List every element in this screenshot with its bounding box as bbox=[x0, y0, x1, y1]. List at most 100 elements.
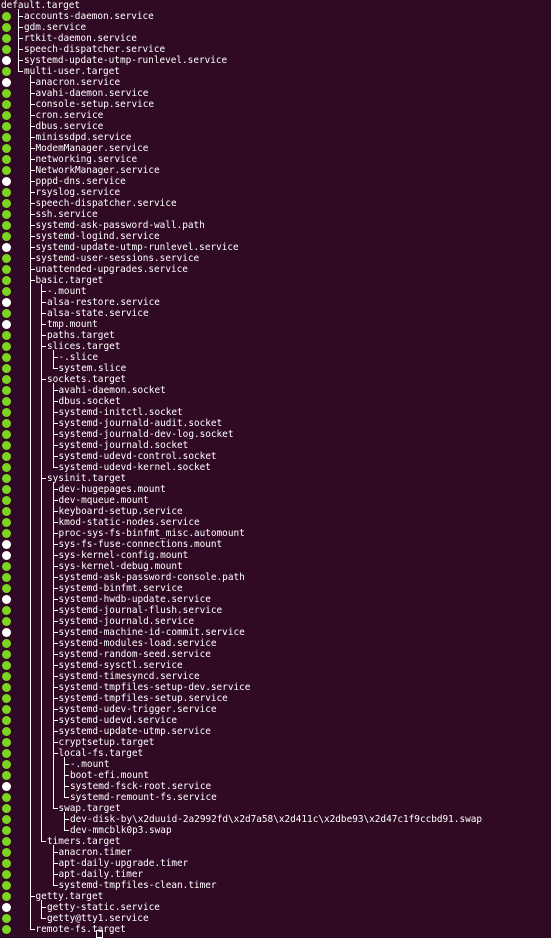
unit-name: ssh.service bbox=[35, 209, 98, 220]
tree-row: sys-fs-fuse-connections.mount bbox=[0, 539, 551, 550]
tree-row: apt-daily.timer bbox=[0, 869, 551, 880]
active-status-icon bbox=[2, 892, 11, 901]
active-status-icon bbox=[2, 133, 11, 142]
unit-name: systemd-fsck-root.service bbox=[70, 781, 212, 792]
unit-name: sys-kernel-config.mount bbox=[58, 550, 189, 561]
inactive-status-icon bbox=[2, 56, 11, 65]
active-status-icon bbox=[2, 507, 11, 516]
tree-row: systemd-journald-dev-log.socket bbox=[0, 429, 551, 440]
tree-row: sys-kernel-debug.mount bbox=[0, 561, 551, 572]
tree-row: systemd-machine-id-commit.service bbox=[0, 627, 551, 638]
tree-row: networking.service bbox=[0, 154, 551, 165]
tree-row: systemd-udevd-control.socket bbox=[0, 451, 551, 462]
active-status-icon bbox=[2, 760, 11, 769]
tree-row: anacron.service bbox=[0, 77, 551, 88]
active-status-icon bbox=[2, 496, 11, 505]
unit-name: remote-fs.target bbox=[35, 924, 126, 935]
unit-name: getty@tty1.service bbox=[47, 913, 149, 924]
tree-row: rsyslog.service bbox=[0, 187, 551, 198]
tree-row: getty@tty1.service bbox=[0, 913, 551, 924]
unit-name: systemd-random-seed.service bbox=[58, 649, 211, 660]
tree-row: minissdpd.service bbox=[0, 132, 551, 143]
inactive-status-icon bbox=[2, 540, 11, 549]
active-status-icon bbox=[2, 309, 11, 318]
tree-row: NetworkManager.service bbox=[0, 165, 551, 176]
unit-name: systemd-update-utmp-runlevel.service bbox=[24, 55, 228, 66]
unit-name: systemd-udev-trigger.service bbox=[58, 704, 217, 715]
active-status-icon bbox=[2, 804, 11, 813]
active-status-icon bbox=[2, 826, 11, 835]
active-status-icon bbox=[2, 914, 11, 923]
active-status-icon bbox=[2, 584, 11, 593]
active-status-icon bbox=[2, 562, 11, 571]
unit-name: systemd-journald-audit.socket bbox=[58, 418, 223, 429]
tree-row: console-setup.service bbox=[0, 99, 551, 110]
active-status-icon bbox=[2, 452, 11, 461]
unit-name: systemd-journald.socket bbox=[58, 440, 189, 451]
tree-row: boot-efi.mount bbox=[0, 770, 551, 781]
tree-row: systemd-journal-flush.service bbox=[0, 605, 551, 616]
unit-name: systemd-journal-flush.service bbox=[58, 605, 223, 616]
active-status-icon bbox=[2, 639, 11, 648]
unit-name: proc-sys-fs-binfmt_misc.automount bbox=[58, 528, 245, 539]
active-status-icon bbox=[2, 408, 11, 417]
active-status-icon bbox=[2, 859, 11, 868]
active-status-icon bbox=[2, 100, 11, 109]
tree-row: dev-mmcblk0p3.swap bbox=[0, 825, 551, 836]
active-status-icon bbox=[2, 155, 11, 164]
tree-row: ssh.service bbox=[0, 209, 551, 220]
inactive-status-icon bbox=[2, 551, 11, 560]
unit-name: rsyslog.service bbox=[35, 187, 121, 198]
tree-row: systemd-ask-password-wall.path bbox=[0, 220, 551, 231]
active-status-icon bbox=[2, 430, 11, 439]
unit-name: ModemManager.service bbox=[35, 143, 149, 154]
active-status-icon bbox=[2, 45, 11, 54]
tree-row: systemd-user-sessions.service bbox=[0, 253, 551, 264]
active-status-icon bbox=[2, 606, 11, 615]
unit-name: systemd-initctl.socket bbox=[58, 407, 183, 418]
unit-name: systemd-sysctl.service bbox=[58, 660, 183, 671]
active-status-icon bbox=[2, 166, 11, 175]
tree-row: ModemManager.service bbox=[0, 143, 551, 154]
unit-name: pppd-dns.service bbox=[35, 176, 126, 187]
tree-row: systemd-update-utmp-runlevel.service bbox=[0, 242, 551, 253]
unit-name: -.mount bbox=[70, 759, 110, 770]
active-status-icon bbox=[2, 529, 11, 538]
active-status-icon bbox=[2, 793, 11, 802]
inactive-status-icon bbox=[2, 177, 11, 186]
active-status-icon bbox=[2, 848, 11, 857]
unit-name: keyboard-setup.service bbox=[58, 506, 183, 517]
unit-name: system.slice bbox=[58, 363, 127, 374]
tree-row: alsa-restore.service bbox=[0, 297, 551, 308]
unit-name: speech-dispatcher.service bbox=[35, 198, 177, 209]
unit-name: timers.target bbox=[47, 836, 121, 847]
unit-name: systemd-ask-password-wall.path bbox=[35, 220, 205, 231]
tree-row: systemd-journald.socket bbox=[0, 440, 551, 451]
unit-name: dbus.socket bbox=[58, 396, 121, 407]
tree-row: local-fs.target bbox=[0, 748, 551, 759]
active-status-icon bbox=[2, 727, 11, 736]
unit-name: accounts-daemon.service bbox=[24, 11, 154, 22]
tree-row: alsa-state.service bbox=[0, 308, 551, 319]
tree-row: systemd-update-utmp.service bbox=[0, 726, 551, 737]
tree-row: multi-user.target bbox=[0, 66, 551, 77]
active-status-icon bbox=[2, 122, 11, 131]
unit-name: dev-mmcblk0p3.swap bbox=[70, 825, 172, 836]
active-status-icon bbox=[2, 694, 11, 703]
active-status-icon bbox=[2, 144, 11, 153]
tree-row: unattended-upgrades.service bbox=[0, 264, 551, 275]
active-status-icon bbox=[2, 738, 11, 747]
active-status-icon bbox=[2, 386, 11, 395]
unit-name: systemd-logind.service bbox=[35, 231, 160, 242]
active-status-icon bbox=[2, 331, 11, 340]
tree-row: systemd-modules-load.service bbox=[0, 638, 551, 649]
tree-row: systemd-udevd-kernel.socket bbox=[0, 462, 551, 473]
unit-name: systemd-tmpfiles-setup.service bbox=[58, 693, 228, 704]
unit-name: cron.service bbox=[35, 110, 104, 121]
unit-name: systemd-update-utmp.service bbox=[58, 726, 211, 737]
tree-row: systemd-journald.service bbox=[0, 616, 551, 627]
active-status-icon bbox=[2, 12, 11, 21]
tree-row: systemd-initctl.socket bbox=[0, 407, 551, 418]
unit-name: tmp.mount bbox=[47, 319, 98, 330]
active-status-icon bbox=[2, 375, 11, 384]
